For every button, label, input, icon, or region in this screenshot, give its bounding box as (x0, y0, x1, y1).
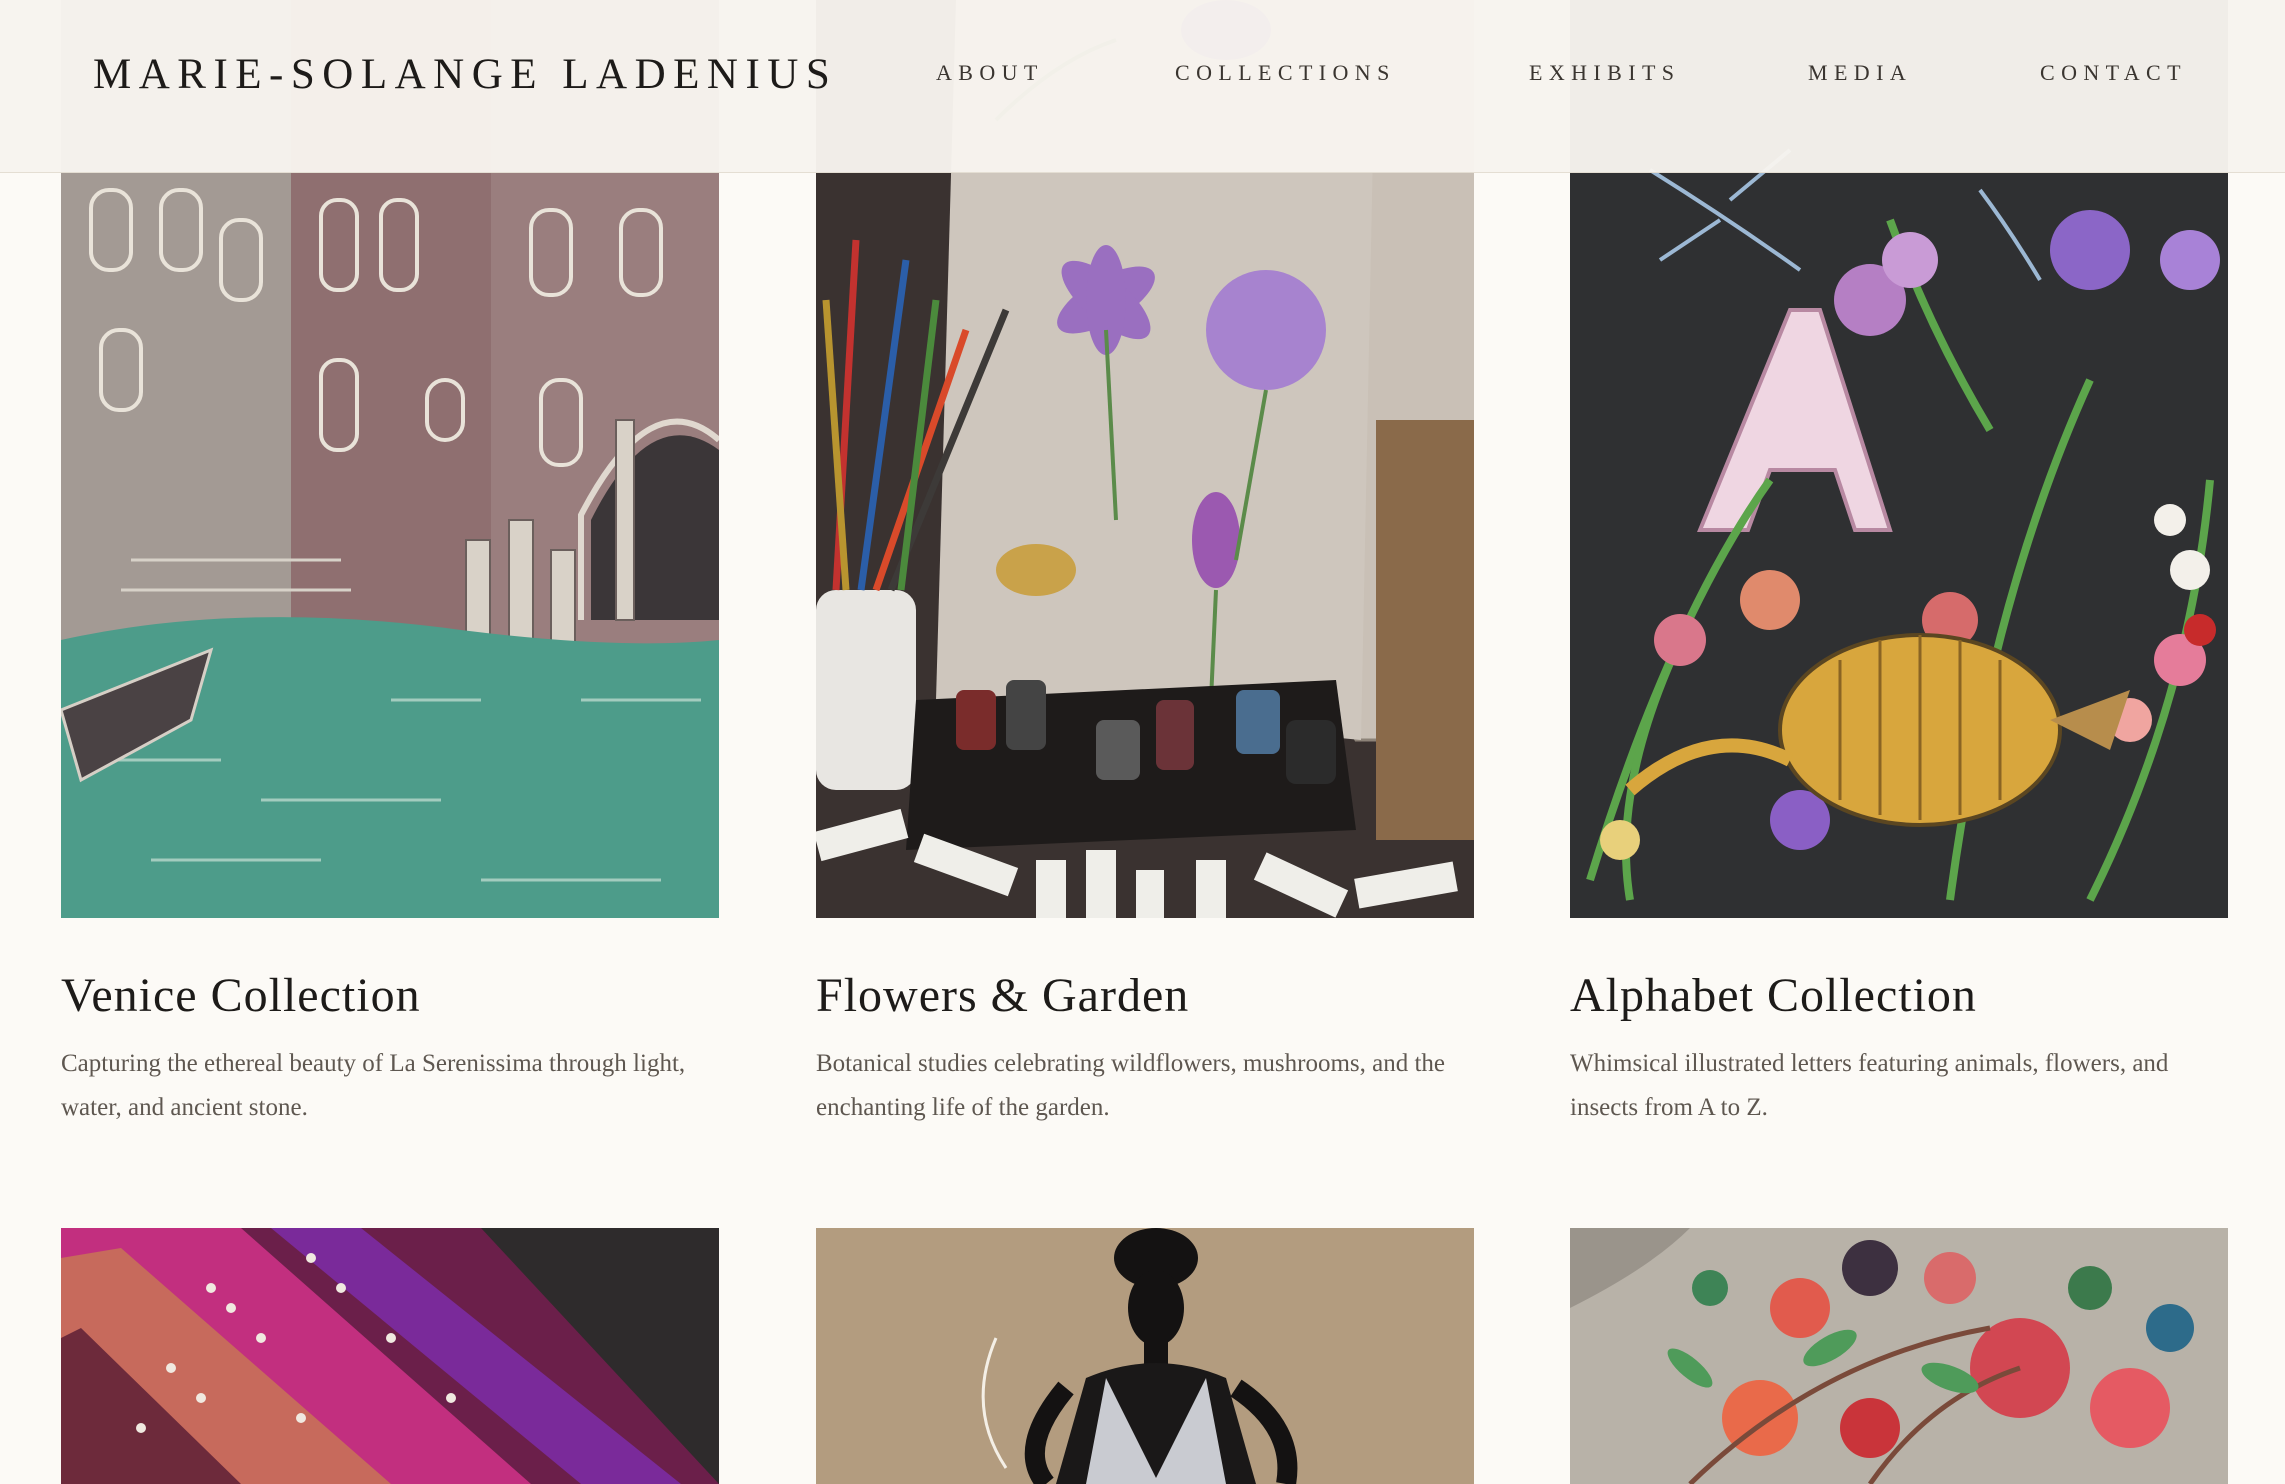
card-title[interactable]: Alphabet Collection (1570, 968, 1977, 1023)
card-title[interactable]: Flowers & Garden (816, 968, 1189, 1023)
card-title[interactable]: Venice Collection (61, 968, 421, 1023)
nav-contact[interactable]: CONTACT (2040, 60, 2187, 86)
collection-card-headbands[interactable] (61, 1228, 719, 1484)
nav-collections[interactable]: COLLECTIONS (1175, 60, 1396, 86)
fashion-collection-image[interactable] (816, 1228, 1474, 1484)
headbands-collection-image[interactable] (61, 1228, 719, 1484)
card-description: Whimsical illustrated letters featuring … (1570, 1050, 2169, 1121)
collection-card-embroidery[interactable] (1570, 1228, 2228, 1484)
main-nav: ABOUT COLLECTIONS EXHIBITS MEDIA CONTACT (0, 60, 2285, 90)
site-header: MARIE-SOLANGE LADENIUS ABOUT COLLECTIONS… (0, 0, 2285, 173)
nav-about[interactable]: ABOUT (936, 60, 1044, 86)
card-description: Botanical studies celebrating wildflower… (816, 1050, 1446, 1121)
card-description: Capturing the ethereal beauty of La Sere… (61, 1050, 686, 1121)
collection-card-fashion[interactable] (816, 1228, 1474, 1484)
nav-media[interactable]: MEDIA (1808, 60, 1912, 86)
embroidery-collection-image[interactable] (1570, 1228, 2228, 1484)
nav-exhibits[interactable]: EXHIBITS (1529, 60, 1680, 86)
